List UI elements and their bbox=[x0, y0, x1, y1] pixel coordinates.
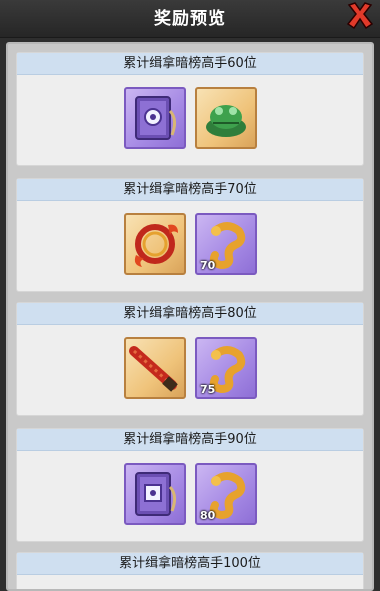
reward-card-label: 累计缉拿暗榜高手90位 bbox=[17, 429, 363, 451]
jade-toad-icon bbox=[206, 105, 246, 137]
reward-item[interactable]: 80 bbox=[195, 463, 257, 525]
reward-item[interactable] bbox=[124, 213, 186, 275]
red-scroll-icon bbox=[129, 346, 178, 392]
reward-card: 累计缉拿暗榜高手80位 75 bbox=[16, 302, 364, 416]
reward-list[interactable]: 累计缉拿暗榜高手60位 累计缉拿暗榜高手70位 70 累计缉拿暗榜高手80位 7… bbox=[6, 42, 374, 591]
close-icon bbox=[346, 2, 374, 30]
reward-card-label: 累计缉拿暗榜高手60位 bbox=[17, 53, 363, 75]
purple-box-icon bbox=[135, 96, 177, 140]
item-count: 75 bbox=[200, 383, 216, 396]
reward-card-label: 累计缉拿暗榜高手80位 bbox=[17, 303, 363, 325]
reward-item[interactable] bbox=[124, 337, 186, 399]
close-button[interactable] bbox=[342, 0, 378, 34]
item-count: 80 bbox=[200, 509, 216, 522]
reward-item[interactable]: 70 bbox=[195, 213, 257, 275]
item-count: 70 bbox=[200, 259, 216, 272]
reward-item[interactable] bbox=[124, 463, 186, 525]
reward-card-label: 累计缉拿暗榜高手70位 bbox=[17, 179, 363, 201]
reward-item[interactable] bbox=[195, 87, 257, 149]
reward-card: 累计缉拿暗榜高手90位 80 bbox=[16, 428, 364, 542]
reward-item[interactable]: 75 bbox=[195, 337, 257, 399]
dialog-titlebar: 奖励预览 bbox=[0, 0, 380, 38]
reward-card-label: 累计缉拿暗榜高手100位 bbox=[17, 553, 363, 575]
purple-box-icon bbox=[135, 472, 177, 516]
reward-card: 累计缉拿暗榜高手60位 bbox=[16, 52, 364, 166]
reward-card: 累计缉拿暗榜高手70位 70 bbox=[16, 178, 364, 292]
dialog-title: 奖励预览 bbox=[154, 9, 226, 29]
flame-ring-icon bbox=[134, 224, 178, 267]
reward-card: 累计缉拿暗榜高手100位 bbox=[16, 552, 364, 589]
reward-preview-dialog: 奖励预览 累计缉拿暗榜高手60位 累计缉拿暗榜高手70位 70 累计缉拿暗榜高手… bbox=[0, 0, 380, 591]
reward-item[interactable] bbox=[124, 87, 186, 149]
